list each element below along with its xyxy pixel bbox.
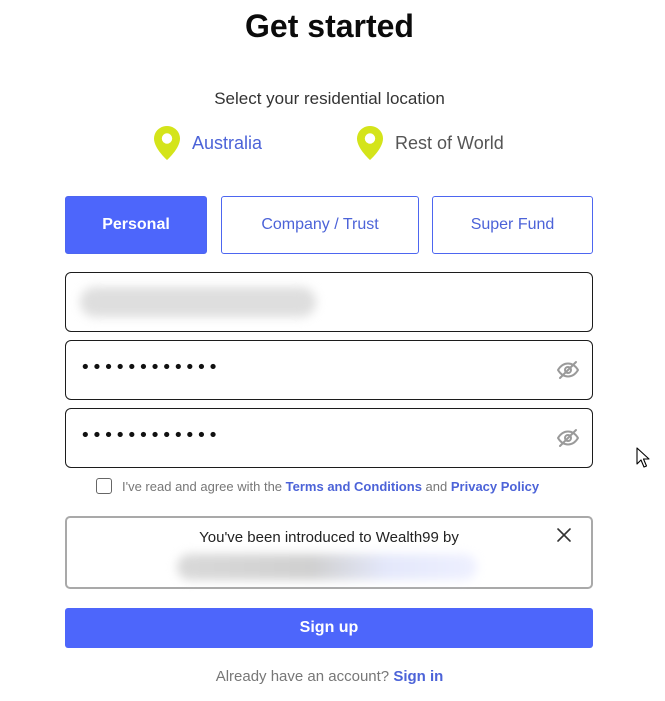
mouse-cursor-icon [636,447,650,468]
privacy-link[interactable]: Privacy Policy [451,479,539,494]
email-field[interactable] [65,272,593,332]
signin-row: Already have an account? Sign in [0,668,659,685]
sign-in-link[interactable]: Sign in [393,668,443,685]
close-icon[interactable] [555,526,573,544]
tab-personal[interactable]: Personal [65,196,207,254]
terms-row: I've read and agree with the Terms and C… [96,476,539,496]
eye-off-icon[interactable] [556,358,580,382]
location-option-rest-of-world[interactable]: Rest of World [355,124,504,162]
location-option-label: Rest of World [395,132,504,153]
terms-prefix: I've read and agree with the [122,478,283,494]
password-value: •••••••••••• [80,357,220,378]
tab-company-trust[interactable]: Company / Trust [221,196,419,254]
terms-link[interactable]: Terms and Conditions [286,479,422,494]
page-title: Get started [245,8,414,44]
redacted-referrer [177,554,477,580]
introduction-box: You've been introduced to Wealth99 by [65,516,593,589]
map-pin-icon [357,126,383,160]
tab-super-fund[interactable]: Super Fund [432,196,593,254]
location-option-label: Australia [192,132,263,153]
map-pin-icon [154,126,180,160]
terms-conjunction: and [425,478,448,494]
signin-prompt: Already have an account? [215,668,390,685]
confirm-password-value: •••••••••••• [80,425,220,446]
introduction-text: You've been introduced to Wealth99 by [199,529,459,546]
password-field[interactable]: •••••••••••• [65,340,593,400]
redacted-email-value [80,287,316,317]
location-label: Select your residential location [214,89,445,108]
terms-checkbox[interactable] [96,478,112,494]
location-option-australia[interactable]: Australia [152,124,262,162]
confirm-password-field[interactable]: •••••••••••• [65,408,593,468]
sign-up-button[interactable]: Sign up [65,608,593,648]
eye-off-icon[interactable] [556,426,580,450]
